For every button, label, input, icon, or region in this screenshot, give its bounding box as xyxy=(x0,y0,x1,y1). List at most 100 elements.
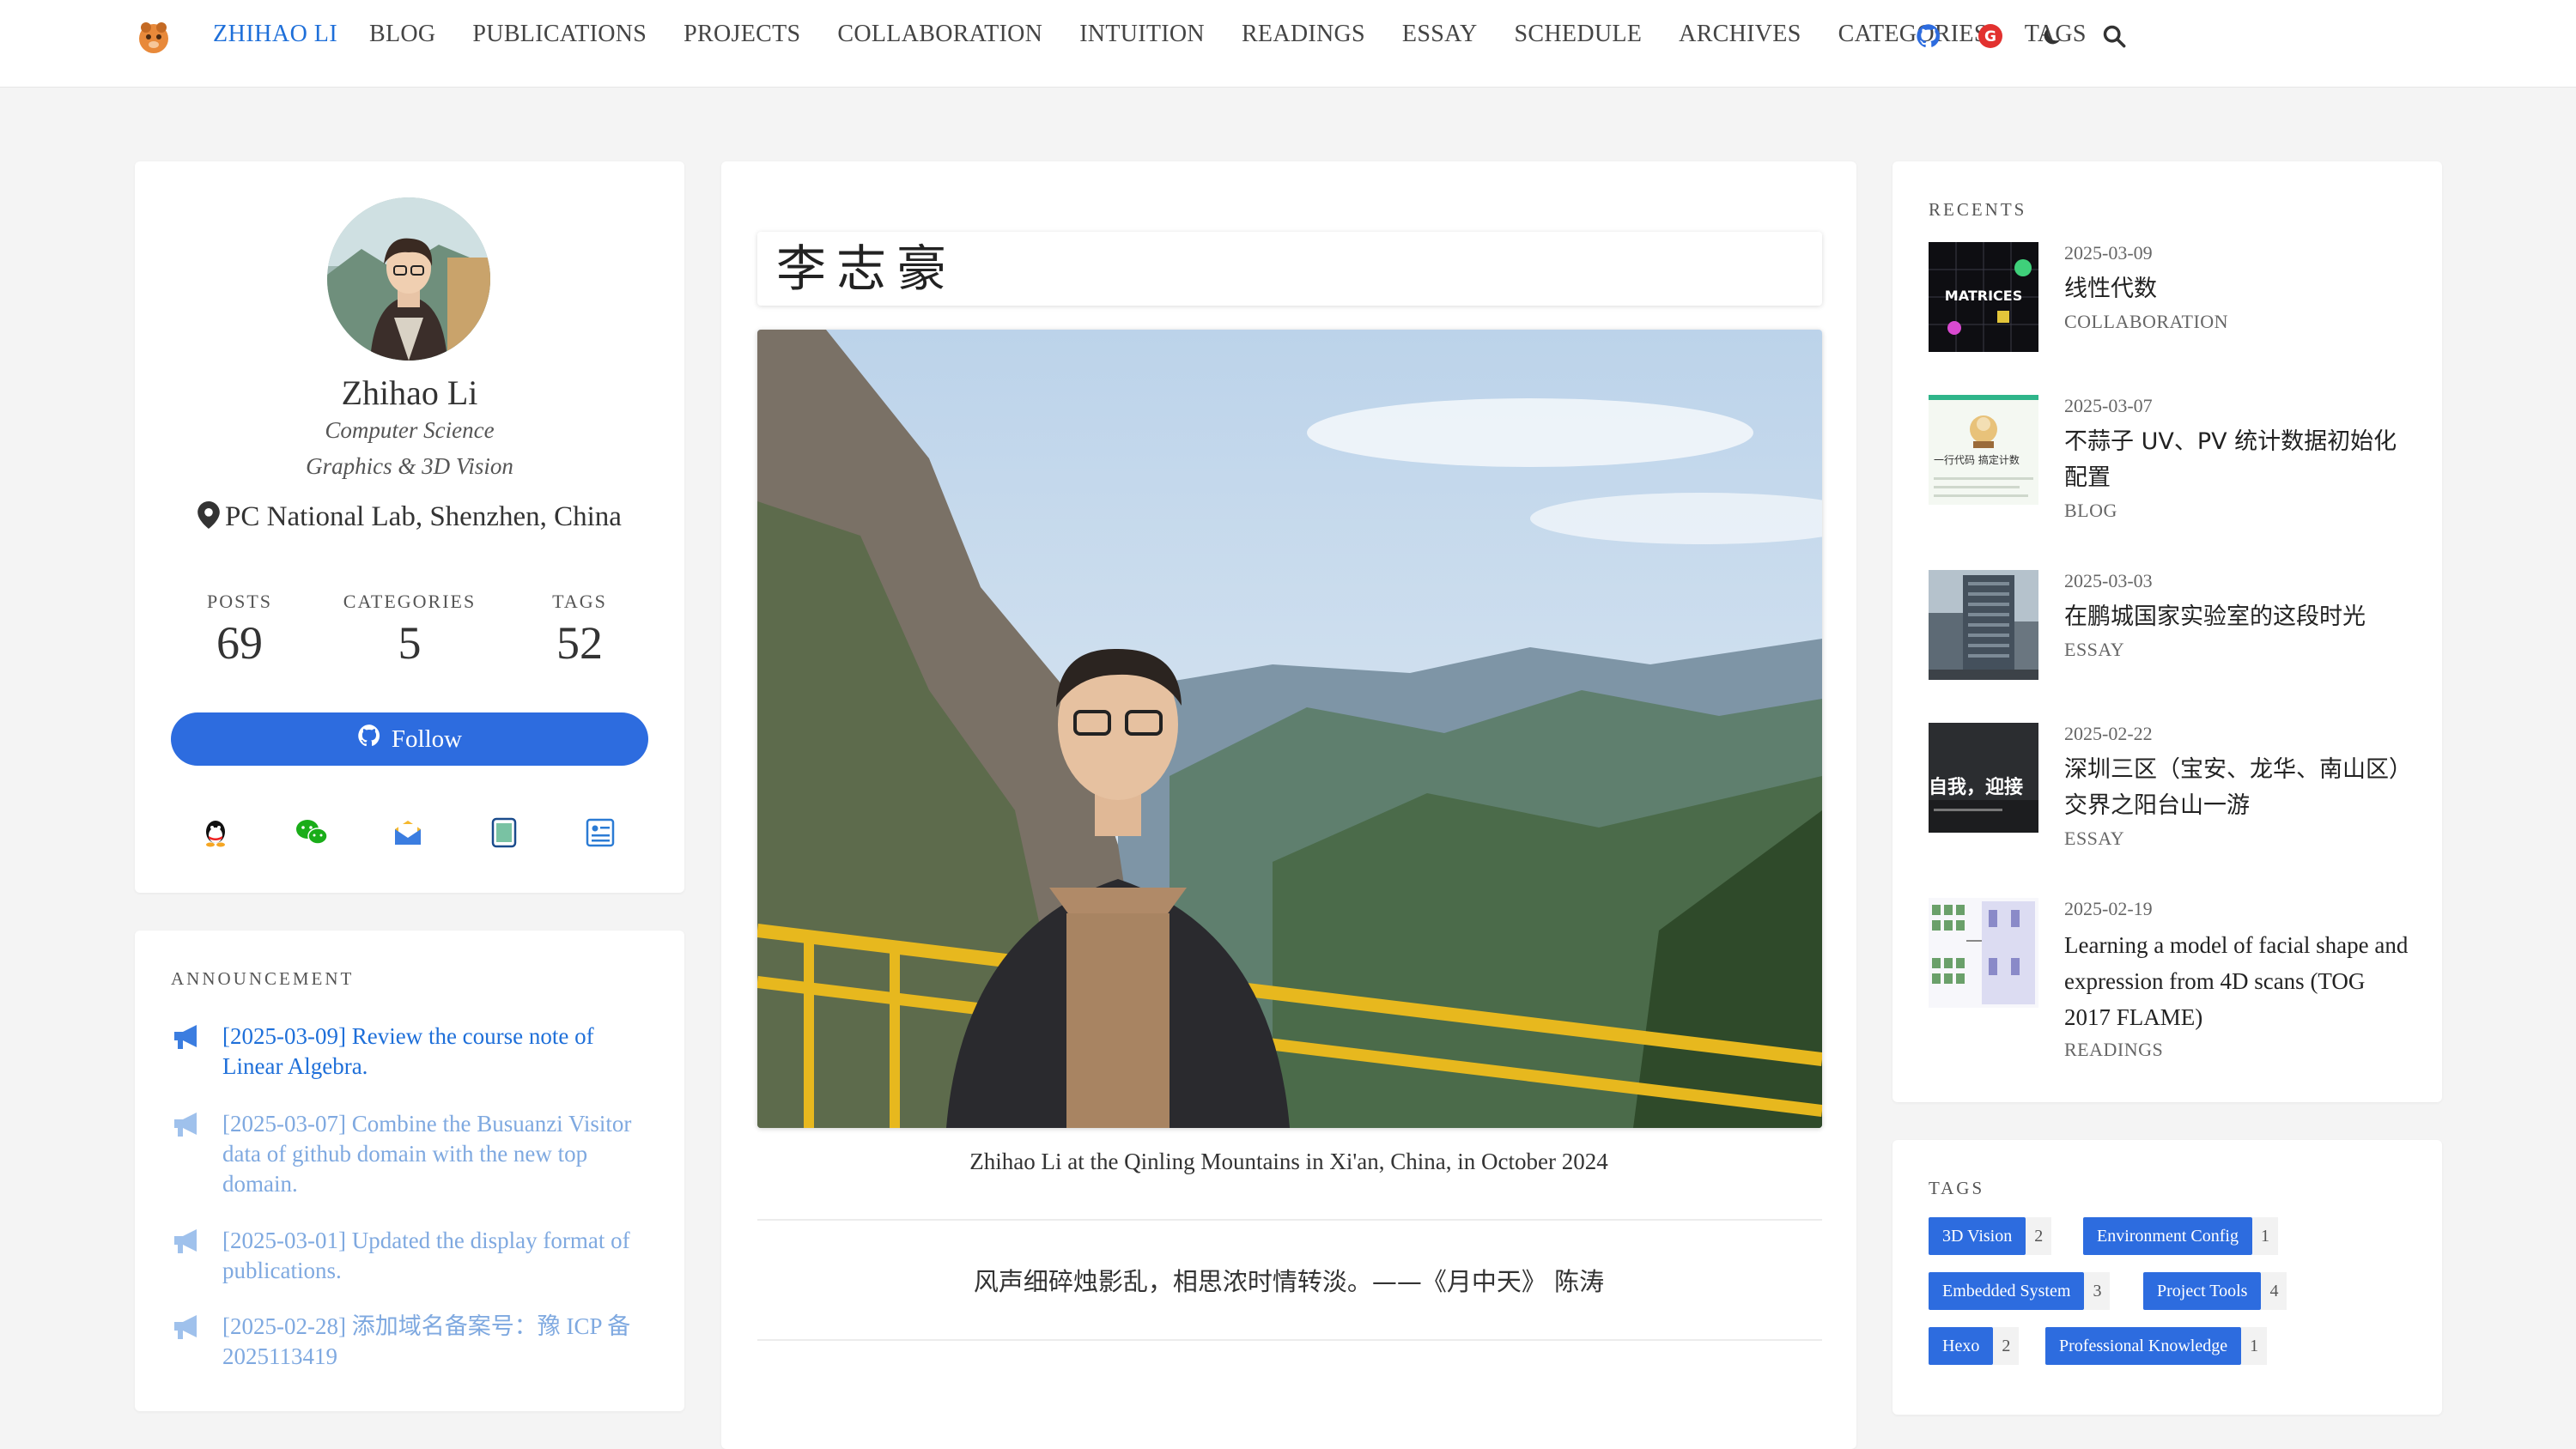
announcement-title: ANNOUNCEMENT xyxy=(171,968,355,989)
stat-categories[interactable]: CATEGORIES 5 xyxy=(332,591,487,670)
tag-item[interactable]: Project Tools 4 xyxy=(2143,1272,2287,1310)
recents-card: RECENTS MATRICES 2025-03-09 线性代数 COLLABO… xyxy=(1893,161,2442,1102)
announcement-card: ANNOUNCEMENT [2025-03-09] Review the cou… xyxy=(135,931,684,1411)
post-category[interactable]: BLOG xyxy=(2064,500,2117,522)
tag-count: 1 xyxy=(2241,1327,2268,1365)
g-icon[interactable]: G xyxy=(1975,21,2006,52)
nav-essay[interactable]: ESSAY xyxy=(1402,21,1478,48)
resume-icon[interactable] xyxy=(583,815,617,850)
svg-text:G: G xyxy=(1984,28,1996,45)
tag-item[interactable]: Environment Config 1 xyxy=(2083,1217,2278,1255)
post-category[interactable]: READINGS xyxy=(2064,1039,2163,1061)
tag-item[interactable]: 3D Vision 2 xyxy=(1929,1217,2052,1255)
stat-tags[interactable]: TAGS 52 xyxy=(502,591,657,670)
quote-text: 风声细碎烛影乱，相思浓时情转淡。——《月中天》 陈涛 xyxy=(973,1267,1605,1296)
post-date: 2025-03-03 xyxy=(2064,570,2153,591)
tag-count: 1 xyxy=(2251,1217,2278,1255)
site-logo-icon[interactable] xyxy=(134,17,173,57)
stat-value: 69 xyxy=(216,617,263,669)
tag-item[interactable]: Professional Knowledge 1 xyxy=(2045,1327,2268,1365)
post-thumbnail[interactable]: MATRICES xyxy=(1929,242,2038,352)
location-pin-icon xyxy=(197,501,220,537)
nav-collaboration[interactable]: COLLABORATION xyxy=(837,21,1042,48)
tag-count: 4 xyxy=(2261,1272,2287,1310)
search-icon[interactable] xyxy=(2099,21,2129,52)
mail-icon[interactable] xyxy=(391,815,425,850)
tag-name: Professional Knowledge xyxy=(2045,1327,2242,1365)
brand-link[interactable]: ZHIHAO LI xyxy=(213,21,337,48)
top-navbar: ZHIHAO LI BLOG PUBLICATIONS PROJECTS COL… xyxy=(0,0,2576,88)
tag-item[interactable]: Hexo 2 xyxy=(1929,1327,2020,1365)
nav-readings[interactable]: READINGS xyxy=(1242,21,1365,48)
profile-card: Zhihao Li Computer Science Graphics & 3D… xyxy=(135,161,684,893)
tags-title: TAGS xyxy=(1929,1178,1985,1198)
stat-posts[interactable]: POSTS 69 xyxy=(162,591,317,670)
main-content-card: 李志豪 Zhihao Li at the Qinling Mountains i… xyxy=(721,161,1856,1449)
post-title[interactable]: 线性代数 xyxy=(2064,271,2416,307)
tag-name: 3D Vision xyxy=(1929,1217,2026,1255)
post-thumbnail[interactable]: 一行代码 搞定计数 xyxy=(1929,395,2038,505)
note-icon[interactable] xyxy=(487,815,521,850)
thumb-text: 一行代码 搞定计数 xyxy=(1934,453,2020,466)
tag-item[interactable]: Embedded System 3 xyxy=(1929,1272,2111,1310)
tag-count: 2 xyxy=(1993,1327,2020,1365)
post-title[interactable]: 在鹏城国家实验室的这段时光 xyxy=(2064,599,2416,635)
megaphone-icon xyxy=(171,1022,222,1082)
nav-archives[interactable]: ARCHIVES xyxy=(1679,21,1801,48)
post-title[interactable]: 不蒜子 UV、PV 统计数据初始化配置 xyxy=(2064,424,2416,496)
tags-card: TAGS 3D Vision 2 Environment Config 1 Em… xyxy=(1893,1140,2442,1415)
avatar xyxy=(327,197,490,361)
profile-location: PC National Lab, Shenzhen, China xyxy=(135,501,684,537)
nav-projects[interactable]: PROJECTS xyxy=(683,21,800,48)
post-thumbnail[interactable]: 自我，迎接 xyxy=(1929,723,2038,833)
announcement-text: [2025-03-07] Combine the Busuanzi Visito… xyxy=(222,1111,632,1197)
nav-publications[interactable]: PUBLICATIONS xyxy=(472,21,647,48)
announcement-item[interactable]: [2025-03-07] Combine the Busuanzi Visito… xyxy=(171,1109,652,1199)
megaphone-icon xyxy=(171,1109,222,1199)
tag-name: Project Tools xyxy=(2143,1272,2262,1310)
chinese-name-banner: 李志豪 xyxy=(757,232,1822,306)
announcement-text: [2025-02-28] 添加域名备案号：豫 ICP 备 2025113419 xyxy=(222,1313,631,1369)
post-category[interactable]: ESSAY xyxy=(2064,828,2124,850)
megaphone-icon xyxy=(171,1226,222,1286)
moon-icon[interactable] xyxy=(2037,21,2068,52)
post-category[interactable]: ESSAY xyxy=(2064,639,2124,661)
divider xyxy=(757,1219,1822,1221)
github-icon xyxy=(357,724,381,755)
post-date: 2025-03-09 xyxy=(2064,242,2153,264)
announcement-text: [2025-03-01] Updated the display format … xyxy=(222,1228,630,1283)
profile-name: Zhihao Li xyxy=(341,373,478,412)
github-icon[interactable] xyxy=(1913,21,1944,52)
nav-blog[interactable]: BLOG xyxy=(369,21,435,48)
nav-schedule[interactable]: SCHEDULE xyxy=(1515,21,1643,48)
nav-intuition[interactable]: INTUITION xyxy=(1079,21,1205,48)
announcement-item[interactable]: [2025-03-09] Review the course note of L… xyxy=(171,1022,652,1082)
thumb-text: 自我，迎接 xyxy=(1929,776,2023,798)
post-thumbnail[interactable] xyxy=(1929,898,2038,1008)
divider xyxy=(757,1339,1822,1341)
post-date: 2025-02-19 xyxy=(2064,898,2153,919)
post-thumbnail[interactable] xyxy=(1929,570,2038,680)
tag-name: Environment Config xyxy=(2083,1217,2252,1255)
post-title[interactable]: 深圳三区（宝安、龙华、南山区）交界之阳台山一游 xyxy=(2064,752,2416,824)
post-date: 2025-03-07 xyxy=(2064,395,2153,416)
wechat-icon[interactable] xyxy=(295,815,329,850)
profile-subtitle: Graphics & 3D Vision xyxy=(306,453,513,479)
post-category[interactable]: COLLABORATION xyxy=(2064,311,2228,333)
follow-label: Follow xyxy=(391,724,463,753)
stat-label: TAGS xyxy=(552,591,607,612)
follow-button[interactable]: Follow xyxy=(171,712,648,766)
announcement-item[interactable]: [2025-02-28] 添加域名备案号：豫 ICP 备 2025113419 xyxy=(171,1312,652,1372)
post-date: 2025-02-22 xyxy=(2064,723,2153,744)
post-title[interactable]: Learning a model of facial shape and exp… xyxy=(2064,927,2416,1035)
tag-count: 2 xyxy=(2026,1217,2052,1255)
announcement-item[interactable]: [2025-03-01] Updated the display format … xyxy=(171,1226,652,1286)
photo-caption: Zhihao Li at the Qinling Mountains in Xi… xyxy=(969,1149,1608,1174)
top-icon-group: G xyxy=(1913,21,2129,52)
profile-photo xyxy=(757,330,1822,1128)
stat-value: 52 xyxy=(556,617,603,669)
profile-title: Computer Science xyxy=(325,417,495,443)
qq-icon[interactable] xyxy=(198,815,233,850)
tag-name: Hexo xyxy=(1929,1327,1994,1365)
thumb-text: MATRICES xyxy=(1945,288,2022,304)
